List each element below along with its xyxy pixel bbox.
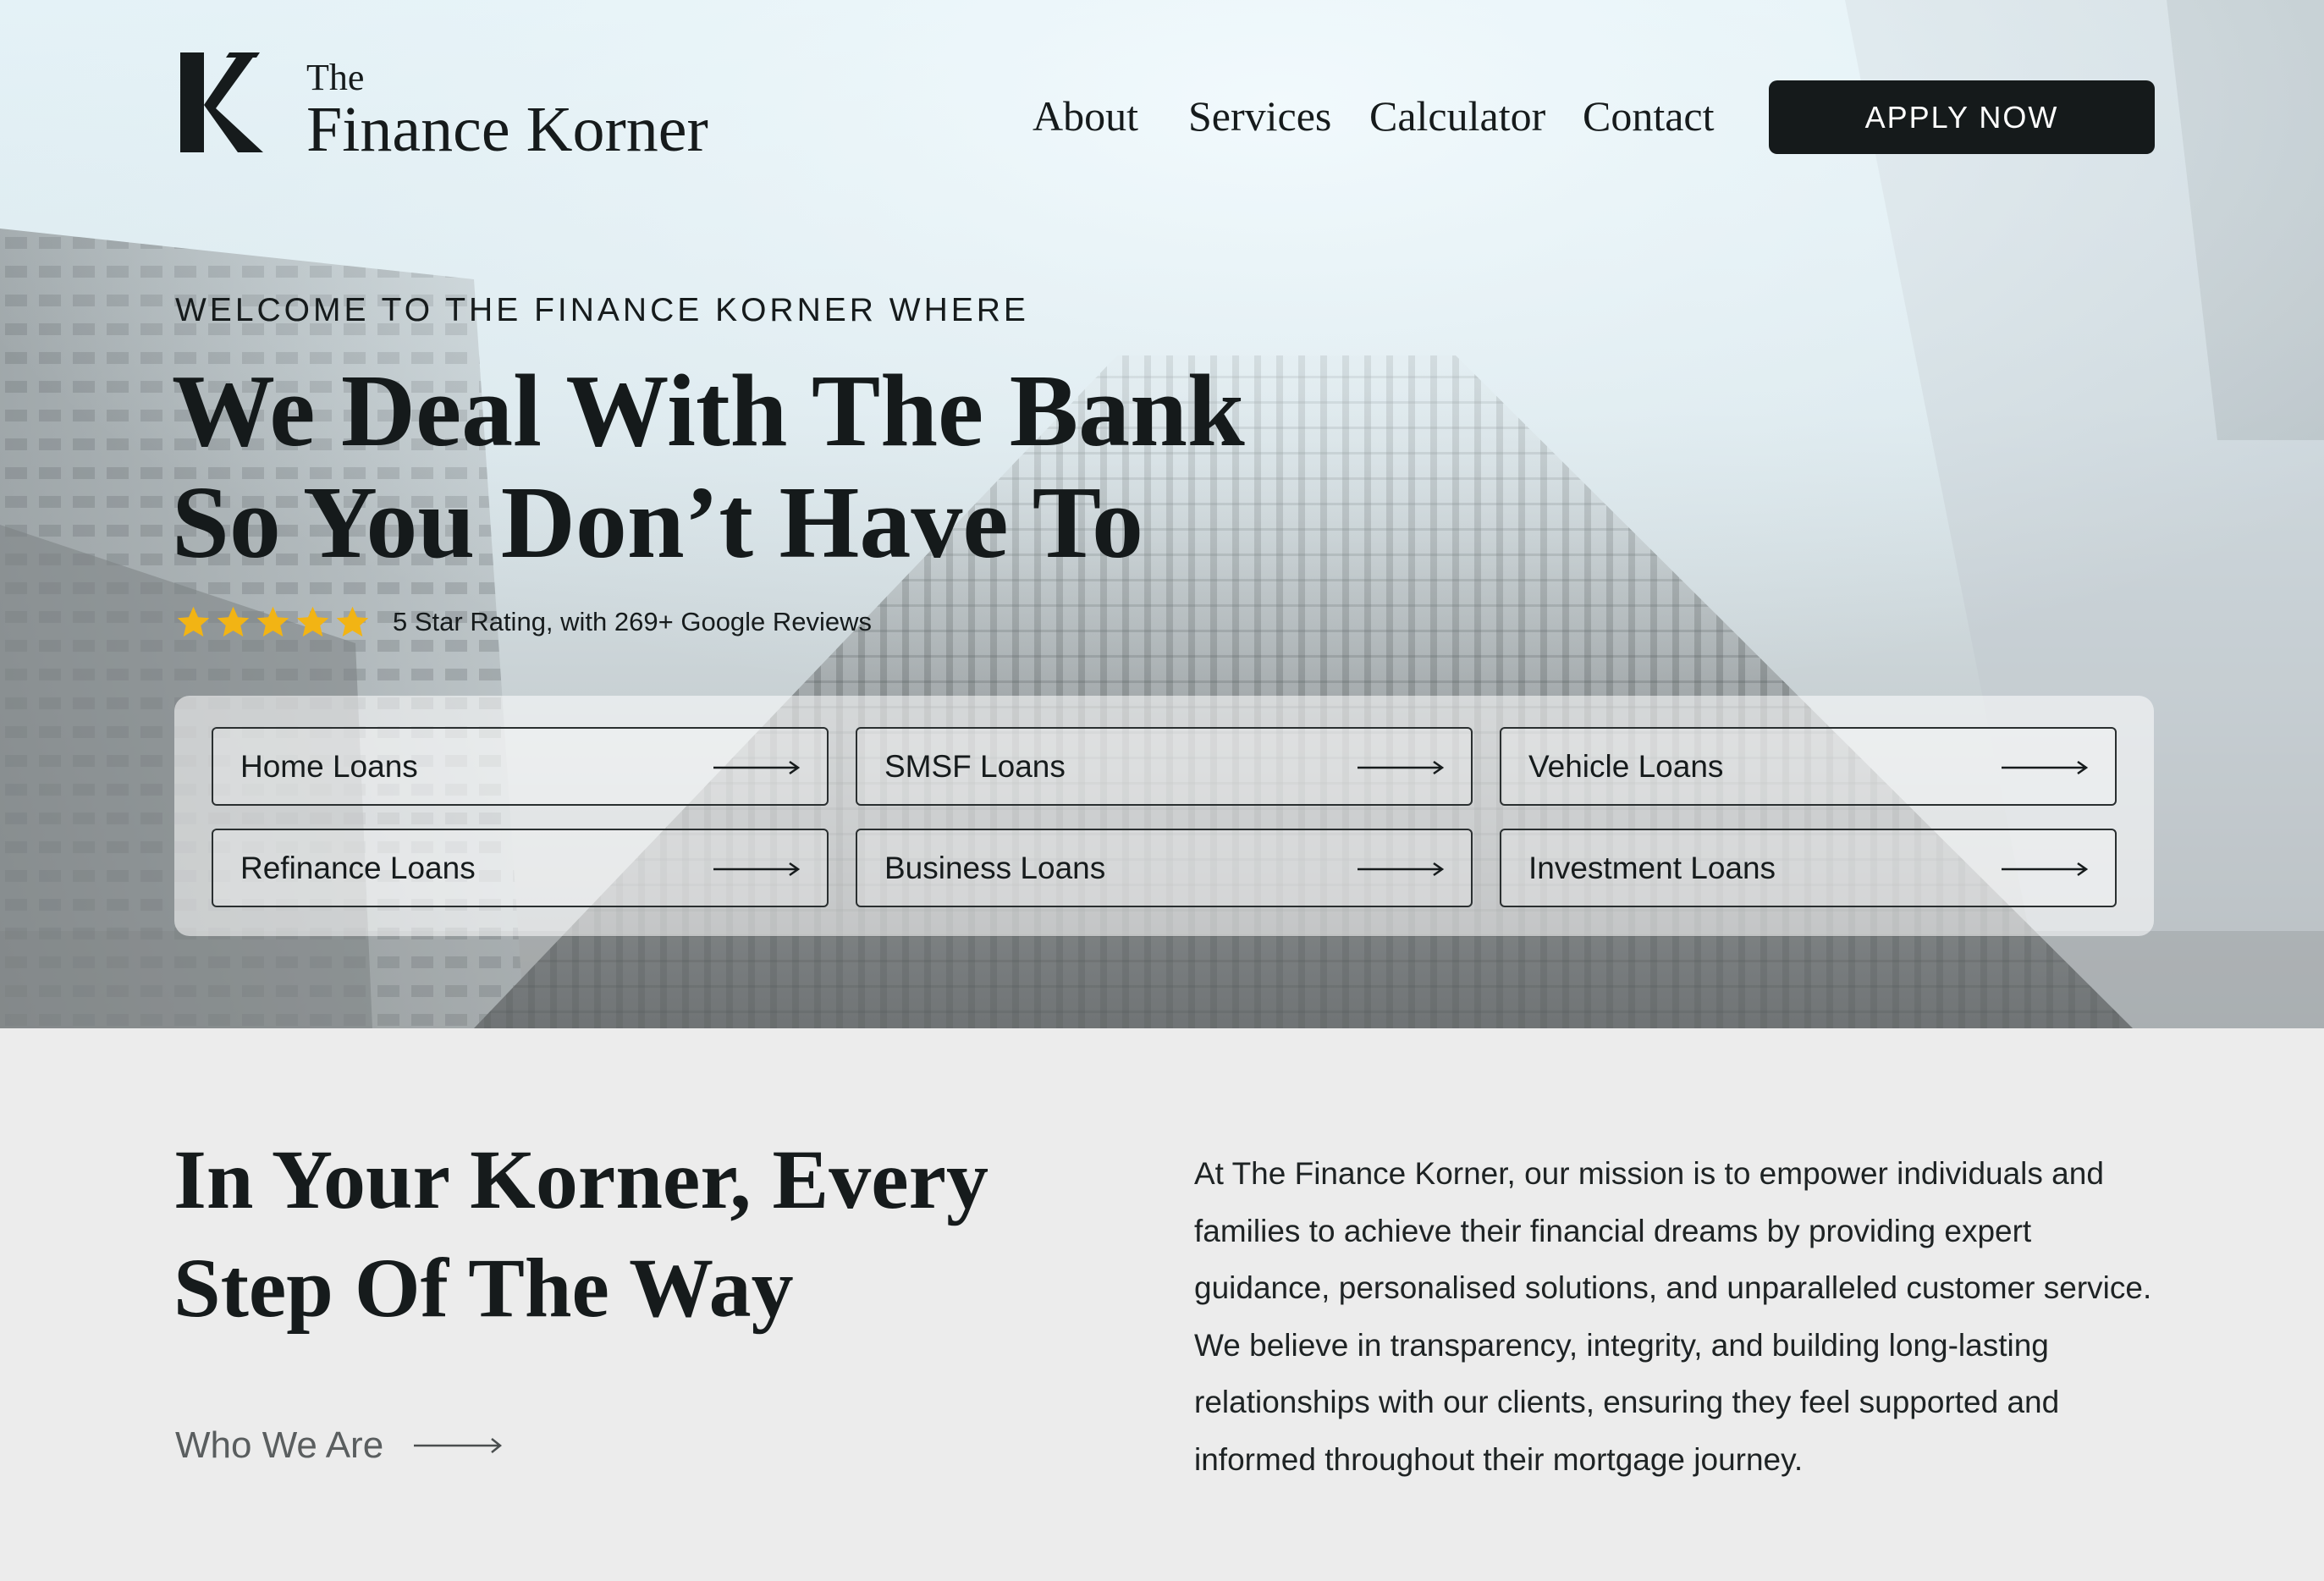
loan-button-smsf[interactable]: SMSF Loans (856, 727, 1473, 806)
hero-section: The Finance Korner About Services Calcul… (0, 0, 2324, 1028)
loan-label: Investment Loans (1528, 850, 1776, 885)
hero-headline: We Deal With The Bank So You Don’t Have … (172, 355, 1245, 579)
star-icon (177, 606, 210, 636)
arrow-right-icon (2002, 760, 2089, 775)
about-title-line-1: In Your Korner, Every (173, 1132, 989, 1226)
arrow-right-icon (713, 862, 801, 877)
arrow-right-icon (2002, 862, 2089, 877)
apply-now-button[interactable]: APPLY NOW (1769, 80, 2155, 154)
arrow-right-icon (414, 1438, 503, 1453)
hero-eyebrow: WELCOME TO THE FINANCE KORNER WHERE (175, 292, 1029, 328)
k-monogram-icon (180, 52, 263, 152)
mission-paragraph: At The Finance Korner, our mission is to… (1194, 1156, 2152, 1477)
loan-label: Home Loans (240, 748, 418, 784)
headline-line-2: So You Don’t Have To (172, 465, 1143, 580)
google-rating: 5 Star Rating, with 269+ Google Reviews (175, 601, 872, 643)
who-we-are-label: Who We Are (175, 1424, 384, 1466)
about-title-line-2: Step Of The Way (173, 1241, 794, 1335)
logo-brand-name: Finance Korner (306, 94, 708, 165)
loan-label: SMSF Loans (884, 748, 1066, 784)
star-icon (256, 606, 289, 636)
rating-stars (175, 604, 371, 641)
loan-button-home[interactable]: Home Loans (212, 727, 829, 806)
loan-label: Refinance Loans (240, 850, 476, 885)
rating-text: 5 Star Rating, with 269+ Google Reviews (393, 607, 873, 636)
star-icon (217, 606, 250, 636)
loan-button-investment[interactable]: Investment Loans (1500, 829, 2117, 907)
loan-label: Vehicle Loans (1528, 748, 1724, 784)
arrow-right-icon (1358, 862, 1445, 877)
loan-types-panel: Home Loans SMSF Loans Vehicle Loans Refi… (174, 696, 2154, 936)
headline-line-1: We Deal With The Bank (172, 354, 1245, 468)
star-icon (336, 606, 369, 636)
nav-contact[interactable]: Contact (1583, 91, 1715, 140)
who-we-are-link[interactable]: Who We Are (175, 1424, 504, 1467)
brand-logo[interactable]: The Finance Korner (175, 49, 717, 165)
arrow-right-icon (713, 760, 801, 775)
arrow-right-icon (1358, 760, 1445, 775)
about-section: In Your Korner, Every Step Of The Way Wh… (0, 1028, 2324, 1581)
loan-button-vehicle[interactable]: Vehicle Loans (1500, 727, 2117, 806)
loan-button-refinance[interactable]: Refinance Loans (212, 829, 829, 907)
nav-services[interactable]: Services (1188, 91, 1331, 140)
nav-about[interactable]: About (1033, 91, 1138, 140)
loan-button-business[interactable]: Business Loans (856, 829, 1473, 907)
about-title: In Your Korner, Every Step Of The Way (173, 1126, 989, 1342)
star-icon (296, 606, 329, 636)
loan-label: Business Loans (884, 850, 1106, 885)
nav-calculator[interactable]: Calculator (1369, 91, 1545, 140)
